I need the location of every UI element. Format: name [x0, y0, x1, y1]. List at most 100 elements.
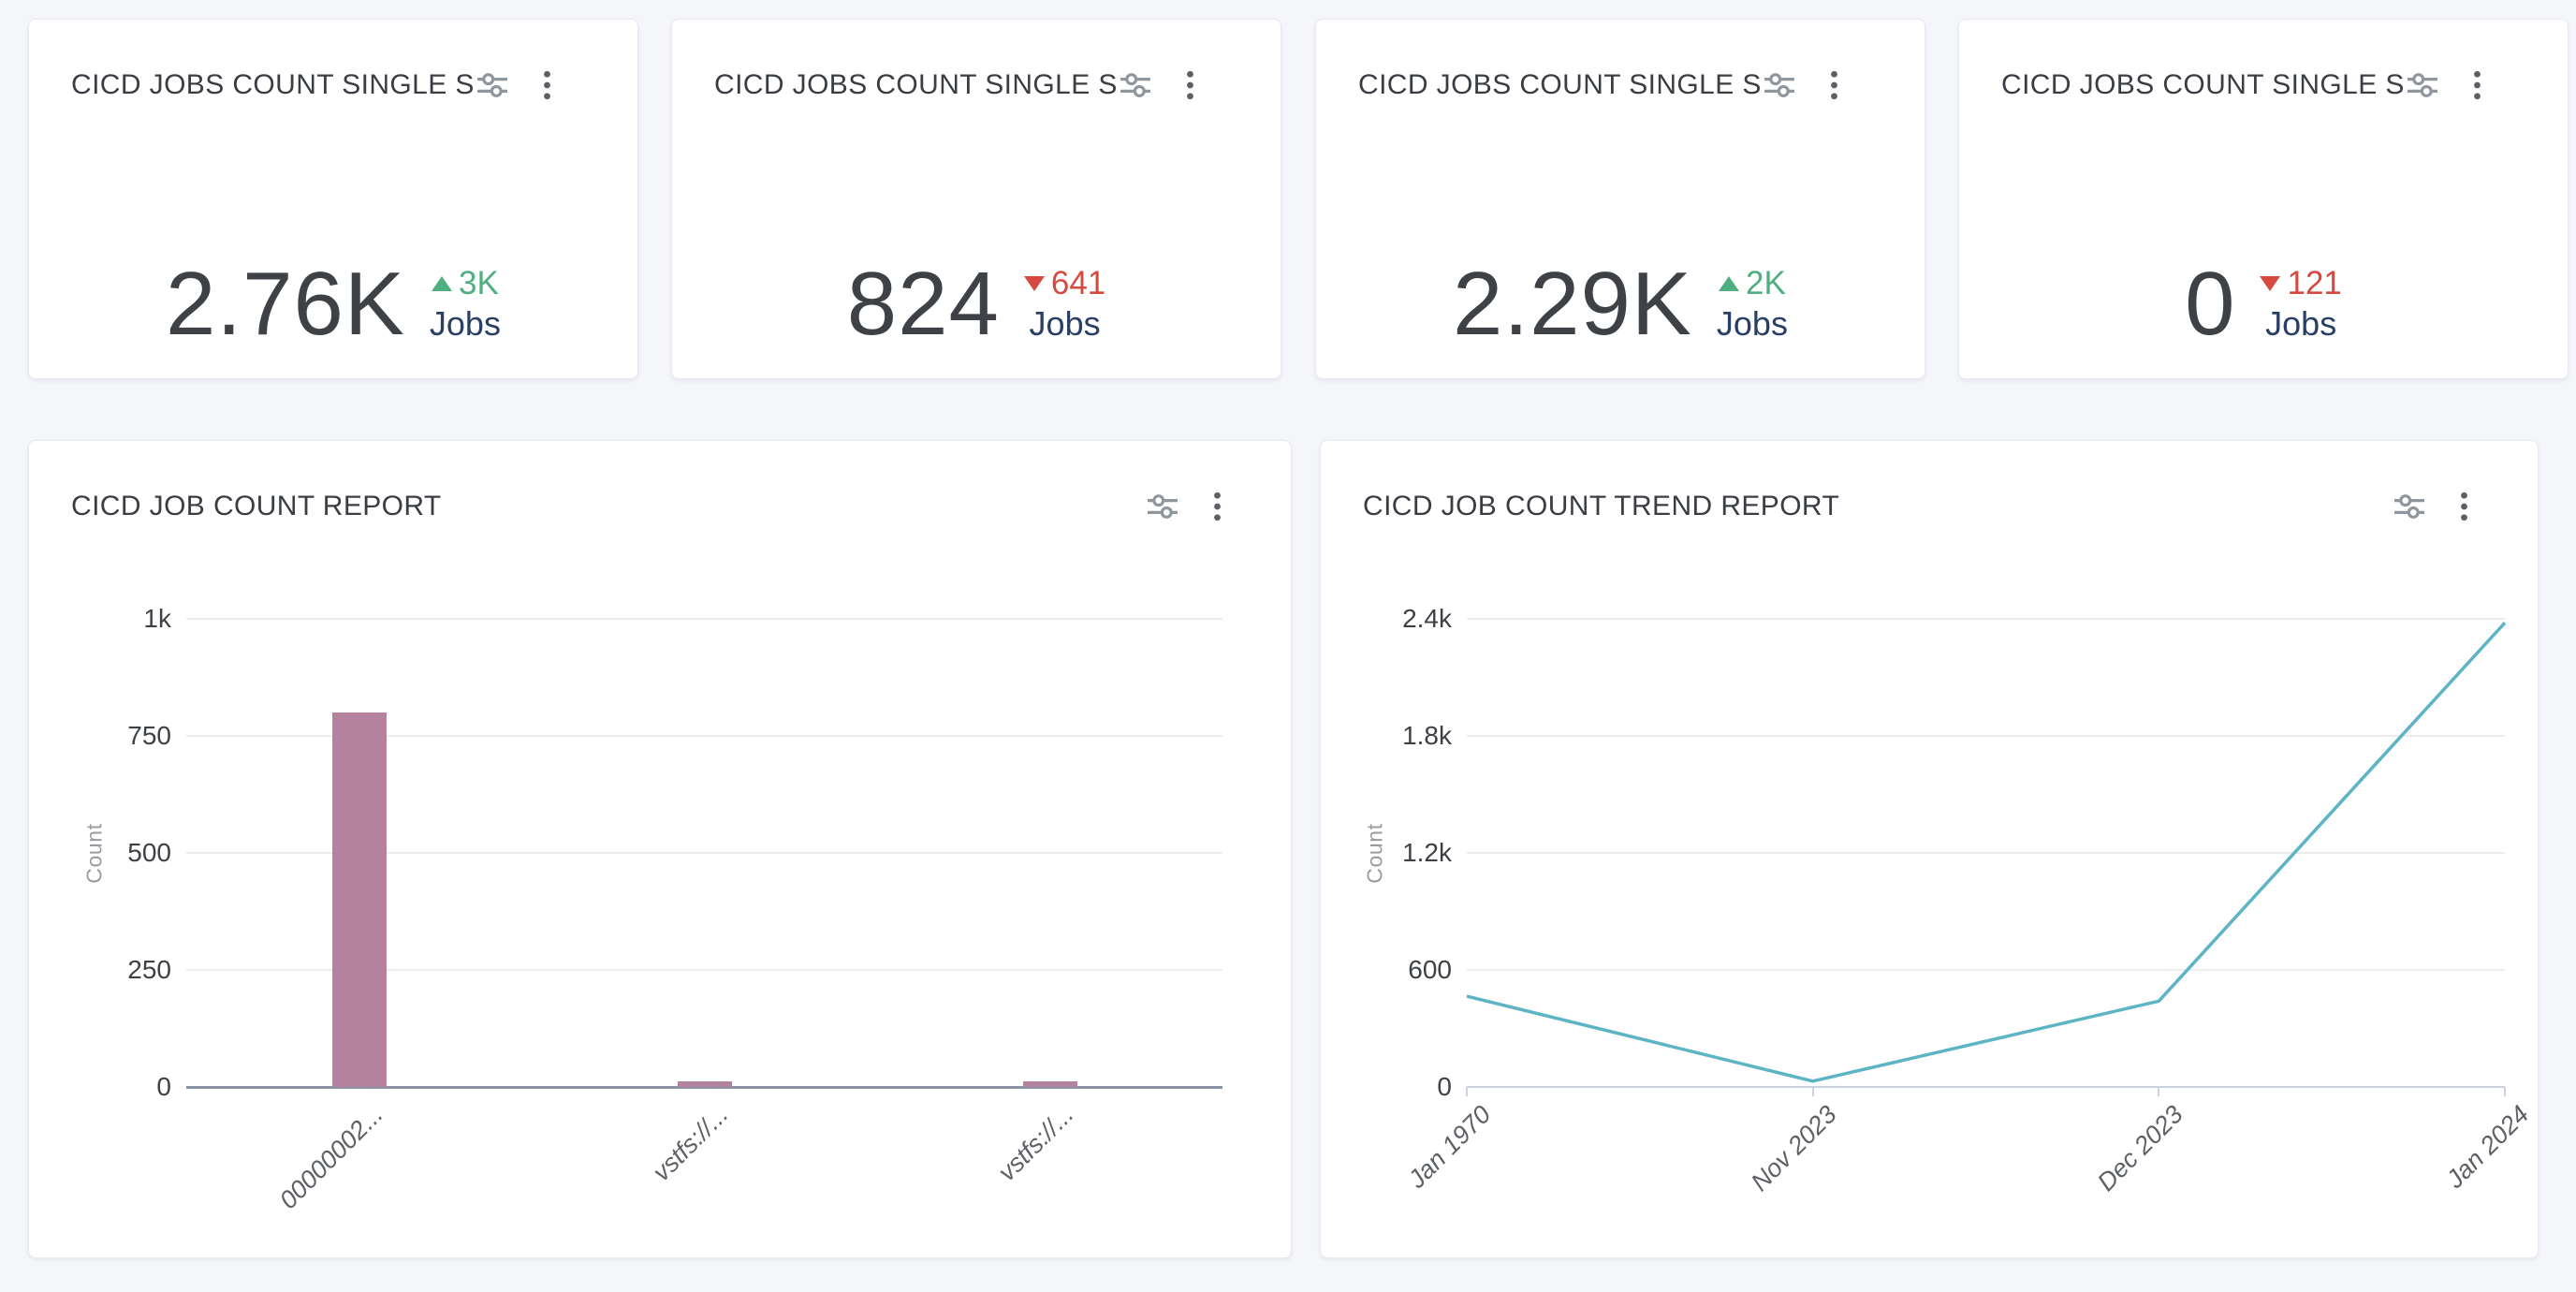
stat-body: 2.76K 3K Jobs: [29, 259, 637, 349]
stat-delta: 121 Jobs: [2260, 266, 2341, 343]
y-axis-label-wrap: Count: [76, 619, 113, 1087]
y-axis-tick-label: 250: [127, 955, 171, 985]
delta-arrow-icon: [1719, 276, 1739, 291]
filter-settings-button[interactable]: [1117, 68, 1154, 102]
y-axis-label-wrap: Count: [1356, 619, 1394, 1087]
sliders-icon: [1148, 493, 1178, 520]
stat-card-2: CICD JOBS COUNT SINGLE S... 824 641 Jobs: [671, 19, 1281, 379]
x-axis-tick-label: Dec 2023: [2092, 1100, 2189, 1197]
stat-body: 2.29K 2K Jobs: [1316, 259, 1925, 349]
stat-delta: 2K Jobs: [1717, 266, 1788, 343]
delta-line: 3K: [430, 266, 501, 301]
bar[interactable]: [1023, 1081, 1077, 1087]
y-axis-label: Count: [82, 823, 108, 883]
kebab-menu-button[interactable]: [1182, 66, 1198, 104]
filter-settings-button[interactable]: [2391, 490, 2428, 523]
x-axis-tick-label: Jan 2024: [2440, 1100, 2534, 1194]
stat-value: 0: [2185, 259, 2235, 349]
filter-settings-button[interactable]: [474, 68, 511, 102]
kebab-menu-icon: [1213, 492, 1222, 521]
delta-line: 641: [1024, 266, 1105, 301]
y-axis-label: Count: [1363, 823, 1388, 883]
kebab-menu-button[interactable]: [2469, 66, 2485, 104]
bar-chart-panel: CICD JOB COUNT REPORT Count 02505007501k…: [28, 440, 1292, 1258]
stat-unit: Jobs: [2260, 305, 2341, 343]
axis-tick: [1466, 1087, 1468, 1096]
y-axis-tick-label: 1.8k: [1402, 721, 1452, 751]
stat-value: 2.29K: [1453, 259, 1692, 349]
axis-tick: [1812, 1087, 1814, 1096]
stat-unit: Jobs: [1717, 305, 1788, 343]
delta-arrow-icon: [1024, 276, 1045, 291]
sliders-icon: [477, 72, 507, 98]
kebab-menu-button[interactable]: [1826, 66, 1842, 104]
delta-value: 121: [2287, 266, 2341, 301]
delta-arrow-icon: [2260, 276, 2280, 291]
stat-delta: 3K Jobs: [430, 266, 501, 343]
stat-unit: Jobs: [1024, 305, 1105, 343]
bar[interactable]: [332, 712, 387, 1087]
trend-chart-panel: CICD JOB COUNT TREND REPORT Count 06001.…: [1320, 440, 2539, 1258]
card-title: CICD JOBS COUNT SINGLE S...: [1358, 69, 1761, 101]
filter-settings-button[interactable]: [2404, 68, 2441, 102]
y-axis-tick-label: 600: [1408, 955, 1452, 985]
kebab-menu-button[interactable]: [1209, 488, 1225, 525]
y-axis-tick-label: 2.4k: [1402, 604, 1452, 634]
kebab-menu-icon: [2460, 492, 2468, 521]
stat-body: 0 121 Jobs: [1959, 259, 2568, 349]
y-axis-tick-label: 0: [156, 1072, 171, 1102]
filter-settings-button[interactable]: [1761, 68, 1798, 102]
card-actions: [2391, 488, 2472, 525]
sliders-icon: [2408, 72, 2437, 98]
sliders-icon: [2394, 493, 2424, 520]
x-axis-tick-label: vstfs://...: [992, 1100, 1079, 1187]
card-title: CICD JOBS COUNT SINGLE S...: [714, 69, 1117, 101]
card-title: CICD JOB COUNT REPORT: [71, 491, 442, 522]
delta-value: 2K: [1746, 266, 1786, 301]
y-axis-tick-label: 1.2k: [1402, 838, 1452, 868]
card-actions: [1761, 66, 1842, 104]
stat-card-3: CICD JOBS COUNT SINGLE S... 2.29K 2K Job…: [1315, 19, 1925, 379]
sliders-icon: [1764, 72, 1794, 98]
kebab-menu-button[interactable]: [539, 66, 555, 104]
kebab-menu-icon: [1830, 70, 1838, 100]
card-actions: [474, 66, 555, 104]
stat-card-4: CICD JOBS COUNT SINGLE S... 0 121 Jobs: [1958, 19, 2569, 379]
gridline: [186, 618, 1222, 620]
filter-settings-button[interactable]: [1144, 490, 1181, 523]
card-actions: [1144, 488, 1225, 525]
x-axis-tick-label: vstfs://...: [647, 1100, 734, 1187]
stat-unit: Jobs: [430, 305, 501, 343]
card-title: CICD JOB COUNT TREND REPORT: [1363, 491, 1839, 522]
stat-card-1: CICD JOBS COUNT SINGLE S... 2.76K 3K Job…: [28, 19, 638, 379]
line-chart-svg: [1467, 619, 2505, 1087]
y-axis-tick-label: 1k: [143, 604, 171, 634]
x-axis-tick-label: 00000002...: [274, 1100, 389, 1215]
stat-value: 824: [847, 259, 1000, 349]
stat-value: 2.76K: [166, 259, 405, 349]
x-axis-tick-label: Nov 2023: [1746, 1100, 1843, 1197]
delta-value: 641: [1051, 266, 1105, 301]
y-axis-tick-label: 750: [127, 721, 171, 751]
trend-line[interactable]: [1467, 623, 2505, 1081]
card-title: CICD JOBS COUNT SINGLE S...: [2001, 69, 2404, 101]
x-axis-tick-label: Jan 1970: [1402, 1100, 1496, 1194]
delta-arrow-icon: [432, 276, 452, 291]
card-title: CICD JOBS COUNT SINGLE S...: [71, 69, 474, 101]
kebab-menu-button[interactable]: [2456, 488, 2472, 525]
y-axis-tick-label: 0: [1437, 1072, 1452, 1102]
card-actions: [1117, 66, 1198, 104]
axis-tick: [2504, 1087, 2506, 1096]
card-actions: [2404, 66, 2485, 104]
sliders-icon: [1120, 72, 1150, 98]
delta-value: 3K: [459, 266, 499, 301]
line-chart-plot: Count 06001.2k1.8k2.4kJan 1970Nov 2023De…: [1467, 619, 2505, 1087]
stat-body: 824 641 Jobs: [672, 259, 1281, 349]
bar[interactable]: [678, 1081, 732, 1087]
kebab-menu-icon: [1186, 70, 1194, 100]
delta-line: 2K: [1717, 266, 1788, 301]
delta-line: 121: [2260, 266, 2341, 301]
axis-tick: [2158, 1087, 2159, 1096]
bar-chart-plot: Count 02505007501k00000002...vstfs://...…: [186, 619, 1222, 1087]
dashboard-page: { "colors": { "up": "#4faf80", "down": "…: [0, 0, 2576, 1292]
